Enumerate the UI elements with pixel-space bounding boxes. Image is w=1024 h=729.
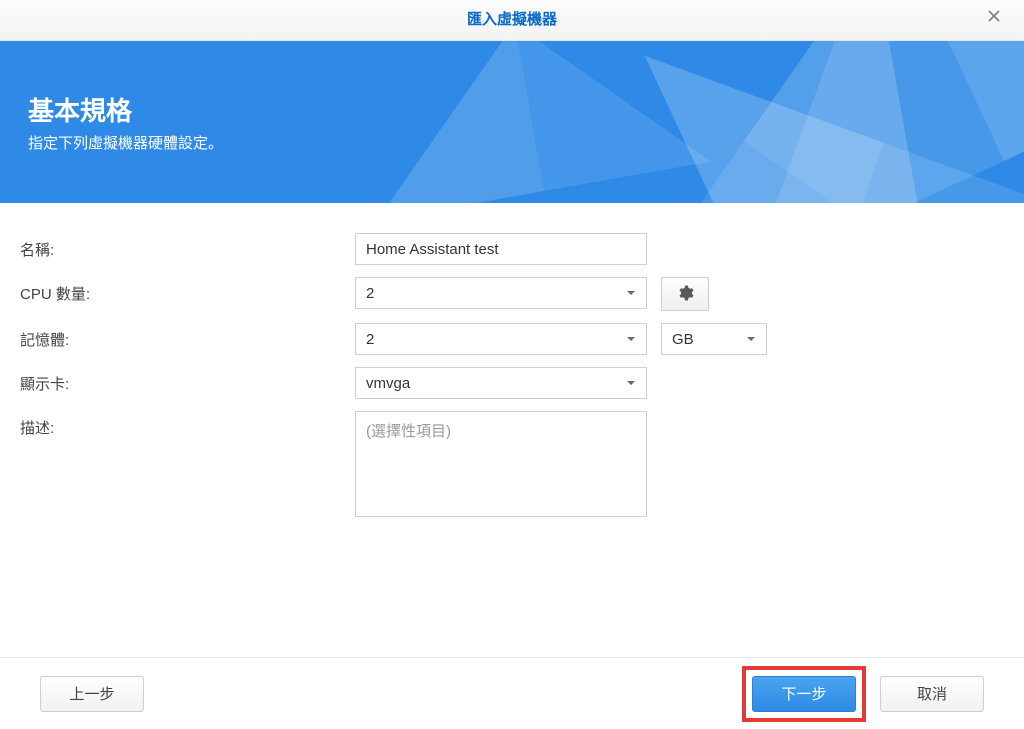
banner-heading: 基本規格	[28, 91, 1024, 128]
memory-select-value: 2	[366, 331, 374, 348]
description-textarea[interactable]	[355, 411, 647, 517]
cpu-settings-button[interactable]	[661, 277, 709, 311]
dialog-title: 匯入虛擬機器	[467, 11, 557, 28]
cancel-button[interactable]: 取消	[880, 676, 984, 712]
import-vm-dialog: 匯入虛擬機器 基本規格 指定下列虛擬機器硬體設定。 名稱: CPU 數量:	[0, 0, 1024, 729]
memory-unit-select[interactable]: GB	[661, 323, 767, 355]
next-button[interactable]: 下一步	[752, 676, 856, 712]
chevron-down-icon	[624, 332, 638, 346]
memory-unit-value: GB	[672, 331, 694, 348]
memory-select[interactable]: 2	[355, 323, 647, 355]
cpu-select-value: 2	[366, 285, 374, 302]
banner-subheading: 指定下列虛擬機器硬體設定。	[28, 132, 1024, 153]
description-label: 描述:	[20, 411, 355, 438]
close-icon	[986, 0, 1002, 40]
close-button[interactable]	[974, 0, 1014, 40]
gear-icon	[676, 284, 694, 305]
dialog-titlebar: 匯入虛擬機器	[0, 0, 1024, 41]
dialog-footer: 上一步 下一步 取消	[0, 657, 1024, 729]
chevron-down-icon	[624, 376, 638, 390]
form-area: 名稱: CPU 數量: 2	[0, 203, 1024, 517]
cpu-select[interactable]: 2	[355, 277, 647, 309]
banner: 基本規格 指定下列虛擬機器硬體設定。	[0, 41, 1024, 203]
name-input[interactable]	[355, 233, 647, 265]
back-button[interactable]: 上一步	[40, 676, 144, 712]
chevron-down-icon	[744, 332, 758, 346]
next-button-highlight: 下一步	[742, 666, 866, 722]
name-label: 名稱:	[20, 233, 355, 260]
chevron-down-icon	[624, 286, 638, 300]
gpu-select[interactable]: vmvga	[355, 367, 647, 399]
cpu-label: CPU 數量:	[20, 277, 355, 304]
memory-label: 記憶體:	[20, 323, 355, 350]
gpu-select-value: vmvga	[366, 375, 410, 392]
gpu-label: 顯示卡:	[20, 367, 355, 394]
